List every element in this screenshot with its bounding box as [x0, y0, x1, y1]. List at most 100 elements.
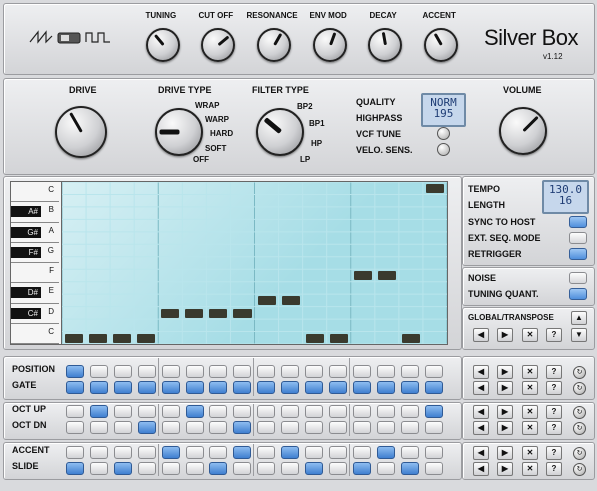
step-slide-6[interactable] — [185, 462, 204, 475]
filter-type-opt-bp1[interactable]: BP1 — [309, 119, 325, 128]
top-knob-accent[interactable] — [424, 28, 458, 62]
top-knob-resonance[interactable] — [257, 28, 291, 62]
step-oct-dn-14[interactable] — [376, 421, 395, 434]
step-accent-8[interactable] — [233, 446, 252, 459]
accent-random-button[interactable]: ? — [546, 446, 562, 460]
step-oct-dn-5[interactable] — [161, 421, 180, 434]
step-accent-12[interactable] — [328, 446, 347, 459]
note-step-8[interactable] — [233, 308, 252, 318]
accent-right-button[interactable]: ▶ — [497, 446, 513, 460]
step-oct-dn-1[interactable] — [66, 421, 84, 434]
top-knob-tuning[interactable] — [146, 28, 180, 62]
step-oct-up-7[interactable] — [209, 405, 228, 418]
step-slide-4[interactable] — [137, 462, 156, 475]
drive-type-opt-off[interactable]: OFF — [193, 155, 209, 164]
gate-random-button[interactable]: ? — [546, 381, 562, 395]
top-knob-decay[interactable] — [368, 28, 402, 62]
position-right-button[interactable]: ▶ — [497, 365, 513, 379]
piano-keyboard[interactable]: C B A G F E D C A# G# F# D# C# — [10, 181, 62, 345]
drive-type-opt-warp[interactable]: WARP — [205, 115, 229, 124]
step-position-6[interactable] — [185, 365, 204, 378]
step-oct-dn-6[interactable] — [185, 421, 204, 434]
oct-dn-random-button[interactable]: ? — [546, 421, 562, 435]
note-step-3[interactable] — [113, 333, 132, 343]
step-slide-15[interactable] — [400, 462, 419, 475]
step-oct-dn-2[interactable] — [89, 421, 108, 434]
transpose-down-button[interactable]: ▼ — [571, 328, 587, 342]
step-gate-14[interactable] — [376, 381, 395, 394]
step-gate-13[interactable] — [352, 381, 371, 394]
step-slide-9[interactable] — [257, 462, 276, 475]
step-oct-up-4[interactable] — [137, 405, 156, 418]
step-position-1[interactable] — [66, 365, 84, 378]
step-oct-dn-12[interactable] — [328, 421, 347, 434]
black-key-f-sharp[interactable]: F# — [11, 246, 41, 258]
slide-dice-button[interactable]: ↻ — [573, 463, 586, 476]
step-oct-up-1[interactable] — [66, 405, 84, 418]
step-oct-dn-16[interactable] — [424, 421, 443, 434]
note-step-13[interactable] — [353, 271, 372, 281]
step-oct-dn-15[interactable] — [400, 421, 419, 434]
note-step-10[interactable] — [281, 296, 300, 306]
step-gate-1[interactable] — [66, 381, 84, 394]
step-position-3[interactable] — [113, 365, 132, 378]
step-accent-7[interactable] — [209, 446, 228, 459]
oct-dn-right-button[interactable]: ▶ — [497, 421, 513, 435]
note-step-16[interactable] — [425, 184, 444, 193]
step-accent-11[interactable] — [305, 446, 323, 459]
black-key-d-sharp[interactable]: D# — [11, 287, 41, 299]
oct-up-dice-button[interactable]: ↻ — [573, 406, 586, 419]
step-accent-15[interactable] — [400, 446, 419, 459]
step-position-10[interactable] — [281, 365, 300, 378]
drive-knob[interactable] — [55, 106, 107, 158]
step-slide-7[interactable] — [209, 462, 228, 475]
white-key-c-0[interactable]: C — [11, 182, 59, 203]
step-position-16[interactable] — [424, 365, 443, 378]
slide-right-button[interactable]: ▶ — [497, 462, 513, 476]
ext-seq-mode-toggle[interactable] — [569, 232, 587, 244]
global-shift-left-button[interactable]: ◀ — [473, 328, 489, 342]
filter-type-opt-bp2[interactable]: BP2 — [297, 102, 313, 111]
step-slide-5[interactable] — [161, 462, 180, 475]
drive-type-opt-wrap[interactable]: WRAP — [195, 101, 219, 110]
step-oct-up-5[interactable] — [161, 405, 180, 418]
step-slide-12[interactable] — [328, 462, 347, 475]
note-step-15[interactable] — [401, 333, 420, 343]
step-gate-7[interactable] — [209, 381, 228, 394]
step-oct-dn-10[interactable] — [281, 421, 300, 434]
step-oct-up-6[interactable] — [185, 405, 204, 418]
step-oct-dn-7[interactable] — [209, 421, 228, 434]
filter-type-knob[interactable] — [256, 108, 304, 156]
white-key-f-4[interactable]: F — [11, 263, 59, 284]
step-oct-up-8[interactable] — [233, 405, 252, 418]
oct-up-clear-button[interactable]: ✕ — [522, 405, 538, 419]
step-gate-4[interactable] — [137, 381, 156, 394]
top-knob-cut-off[interactable] — [201, 28, 235, 62]
drive-type-opt-soft[interactable]: SOFT — [205, 144, 226, 153]
step-slide-14[interactable] — [376, 462, 395, 475]
filter-type-opt-hp[interactable]: HP — [311, 139, 322, 148]
transpose-up-button[interactable]: ▲ — [571, 311, 587, 325]
step-accent-1[interactable] — [66, 446, 84, 459]
accent-left-button[interactable]: ◀ — [473, 446, 489, 460]
oct-dn-dice-button[interactable]: ↻ — [573, 422, 586, 435]
tuning-quant-toggle[interactable] — [569, 288, 587, 300]
step-position-15[interactable] — [400, 365, 419, 378]
note-grid[interactable] — [61, 181, 448, 345]
position-dice-button[interactable]: ↻ — [573, 366, 586, 379]
position-left-button[interactable]: ◀ — [473, 365, 489, 379]
vcf-tune-knob[interactable] — [437, 127, 450, 140]
drive-type-knob[interactable] — [155, 108, 203, 156]
step-position-14[interactable] — [376, 365, 395, 378]
step-oct-up-13[interactable] — [352, 405, 371, 418]
step-oct-up-10[interactable] — [281, 405, 300, 418]
step-accent-4[interactable] — [137, 446, 156, 459]
step-position-11[interactable] — [305, 365, 323, 378]
step-slide-16[interactable] — [424, 462, 443, 475]
note-step-7[interactable] — [209, 308, 228, 318]
step-oct-up-9[interactable] — [257, 405, 276, 418]
step-gate-12[interactable] — [328, 381, 347, 394]
step-oct-up-14[interactable] — [376, 405, 395, 418]
step-oct-dn-11[interactable] — [305, 421, 323, 434]
global-shift-right-button[interactable]: ▶ — [497, 328, 513, 342]
